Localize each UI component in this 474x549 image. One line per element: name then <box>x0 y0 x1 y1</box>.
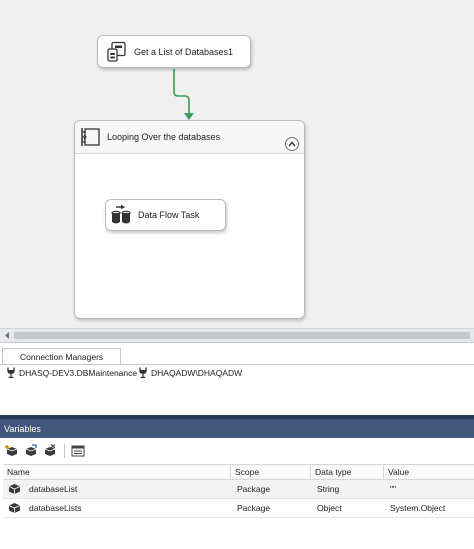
tab-divider <box>0 364 474 365</box>
value-cell[interactable]: "" <box>384 480 474 498</box>
connection-managers-panel: Connection Managers DHASQ-DEV3.DBMainten… <box>0 342 474 415</box>
task-label: Data Flow Task <box>138 210 200 220</box>
connection-item[interactable]: DHASQ-DEV3.DBMaintenance <box>6 367 137 378</box>
tab-connection-managers[interactable]: Connection Managers <box>2 348 121 364</box>
column-header-name[interactable]: Name <box>3 465 231 479</box>
table-row[interactable]: databaseList Package String "" <box>3 480 474 499</box>
scroll-left-icon[interactable] <box>3 331 11 340</box>
move-variable-button[interactable] <box>23 443 39 459</box>
connection-plug-icon <box>139 367 147 378</box>
delete-variable-icon <box>44 444 56 456</box>
name-cell: databaseList <box>3 480 231 498</box>
connection-label: DHASQ-DEV3.DBMaintenance <box>19 367 138 378</box>
value-cell[interactable]: System.Object <box>384 499 474 517</box>
toolbar-separator <box>64 444 65 458</box>
container-label: Looping Over the databases <box>107 132 221 142</box>
data-flow-icon <box>111 204 131 224</box>
connection-item[interactable]: DHAQADW\DHAQADW <box>138 367 242 378</box>
table-row[interactable]: databaseLists Package Object System.Obje… <box>3 499 474 518</box>
name-cell: databaseLists <box>3 499 231 517</box>
grid-header: Name Scope Data type Value <box>3 464 474 480</box>
scrollbar-thumb[interactable] <box>14 332 470 339</box>
foreach-loop-icon <box>81 128 100 146</box>
scope-cell: Package <box>237 484 271 494</box>
type-cell[interactable]: Object <box>311 499 384 517</box>
variables-grid: Name Scope Data type Value databaseList … <box>3 464 474 518</box>
chevron-up-icon <box>288 141 296 147</box>
execute-sql-icon <box>107 41 126 62</box>
add-variable-button[interactable] <box>4 443 20 459</box>
column-header-value[interactable]: Value <box>384 465 474 479</box>
column-header-type[interactable]: Data type <box>311 465 384 479</box>
connection-plug-icon <box>7 367 15 378</box>
horizontal-scrollbar[interactable] <box>0 328 474 342</box>
variables-toolbar <box>0 442 89 460</box>
task-label: Get a List of Databases1 <box>134 46 234 57</box>
add-variable-icon <box>5 445 18 456</box>
variable-name: databaseList <box>29 484 78 494</box>
execute-sql-task[interactable]: Get a List of Databases1 <box>97 35 251 68</box>
type-cell[interactable]: String <box>311 480 384 498</box>
collapse-button[interactable] <box>285 137 299 151</box>
variable-icon <box>3 499 25 517</box>
control-flow-canvas[interactable]: Get a List of Databases1 Looping Over th… <box>0 0 474 328</box>
scope-cell: Package <box>237 503 271 513</box>
variable-icon <box>3 480 25 498</box>
move-variable-icon <box>25 444 37 456</box>
grid-options-button[interactable] <box>70 443 86 459</box>
container-header[interactable]: Looping Over the databases <box>75 121 304 154</box>
delete-variable-button[interactable] <box>42 443 58 459</box>
data-flow-task[interactable]: Data Flow Task <box>105 199 226 231</box>
variables-panel-header[interactable]: Variables <box>0 419 474 438</box>
grid-options-icon <box>71 445 85 457</box>
variables-panel: Name Scope Data type Value databaseList … <box>0 438 474 549</box>
connection-label: DHAQADW\DHAQADW <box>151 367 243 378</box>
column-header-scope[interactable]: Scope <box>231 465 311 479</box>
variable-name: databaseLists <box>29 503 82 513</box>
